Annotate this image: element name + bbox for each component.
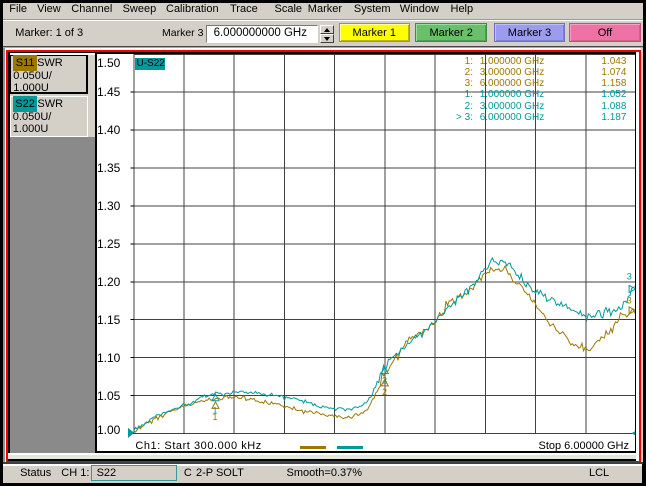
svg-text:3: 3: [626, 271, 631, 281]
svg-text:2: 2: [381, 387, 386, 397]
svg-text:2: 2: [381, 376, 386, 386]
svg-text:3: 3: [626, 296, 631, 306]
svg-text:1: 1: [212, 412, 217, 422]
